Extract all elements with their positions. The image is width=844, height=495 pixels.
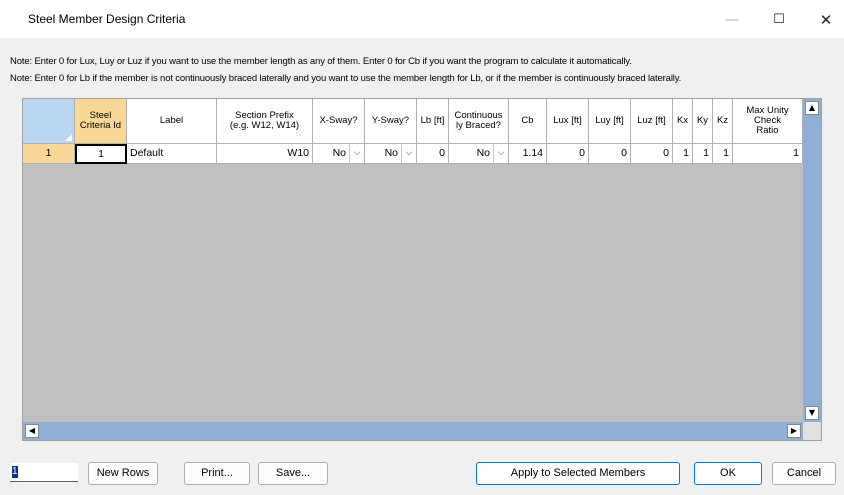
cell-y-sway-dropdown[interactable]: No ⌵ [365,144,417,164]
header-steel-criteria-id[interactable]: Steel Criteria Id [75,99,127,144]
continuously-braced-value: No [476,147,490,159]
note-unbraced-length: Note: Enter 0 for Lux, Luy or Luz if you… [10,56,632,67]
header-y-sway[interactable]: Y-Sway? [365,99,417,144]
header-cb[interactable]: Cb [509,99,547,144]
cell-x-sway-dropdown[interactable]: No ⌵ [313,144,365,164]
grid-corner-select-all[interactable] [23,99,75,144]
triangle-left-icon[interactable]: ◀ [25,424,39,438]
cell-ky[interactable]: 1 [693,144,713,164]
y-sway-value: No [384,147,398,159]
cell-luz[interactable]: 0 [631,144,673,164]
header-lb[interactable]: Lb [ft] [417,99,449,144]
header-section-prefix[interactable]: Section Prefix (e.g. W12, W14) [217,99,313,144]
apply-to-selected-members-button[interactable]: Apply to Selected Members [476,462,680,485]
x-sway-value: No [332,147,346,159]
scrollbar-corner [803,422,821,440]
cell-kx[interactable]: 1 [673,144,693,164]
header-luy[interactable]: Luy [ft] [589,99,631,144]
header-kz[interactable]: Kz [713,99,733,144]
chevron-down-icon[interactable]: ⌵ [349,144,364,163]
vertical-scrollbar[interactable]: ▲ ▼ [803,99,821,422]
minimize-button[interactable]: — [712,8,752,32]
header-max-unity-check[interactable]: Max Unity Check Ratio [733,99,803,144]
triangle-up-icon[interactable]: ▲ [805,101,819,115]
window-title: Steel Member Design Criteria [28,12,186,26]
triangle-down-icon[interactable]: ▼ [805,406,819,420]
note-lb: Note: Enter 0 for Lb if the member is no… [10,73,682,84]
chevron-down-icon[interactable]: ⌵ [401,144,416,163]
cell-lb[interactable]: 0 [417,144,449,164]
cell-criteria-id[interactable]: 1 [75,144,127,164]
corner-triangle-icon [65,134,72,141]
cell-max-unity-check[interactable]: 1 [733,144,803,164]
row-count-value: 1 [12,466,18,479]
cell-lux[interactable]: 0 [547,144,589,164]
header-label[interactable]: Label [127,99,217,144]
cell-cb[interactable]: 1.14 [509,144,547,164]
close-button[interactable]: ✕ [806,8,844,32]
ok-button[interactable]: OK [694,462,762,485]
title-bar: Steel Member Design Criteria — ☐ ✕ [0,0,844,38]
header-x-sway[interactable]: X-Sway? [313,99,365,144]
cell-kz[interactable]: 1 [713,144,733,164]
save-button[interactable]: Save... [258,462,328,485]
triangle-right-icon[interactable]: ▶ [787,424,801,438]
header-lux[interactable]: Lux [ft] [547,99,589,144]
cell-section-prefix[interactable]: W10 [217,144,313,164]
cell-luy[interactable]: 0 [589,144,631,164]
header-kx[interactable]: Kx [673,99,693,144]
header-luz[interactable]: Luz [ft] [631,99,673,144]
cancel-button[interactable]: Cancel [772,462,836,485]
row-header[interactable]: 1 [23,144,75,164]
row-count-input[interactable]: 1 [10,463,78,482]
header-ky[interactable]: Ky [693,99,713,144]
cell-continuously-braced-dropdown[interactable]: No ⌵ [449,144,509,164]
chevron-down-icon[interactable]: ⌵ [493,144,508,163]
criteria-grid[interactable]: Steel Criteria Id Label Section Prefix (… [22,98,822,441]
header-continuously-braced[interactable]: Continuous ly Braced? [449,99,509,144]
new-rows-button[interactable]: New Rows [88,462,158,485]
horizontal-scrollbar[interactable]: ◀ ▶ [23,422,803,440]
print-button[interactable]: Print... [184,462,250,485]
cell-label[interactable]: Default [127,144,217,164]
maximize-button[interactable]: ☐ [759,8,799,32]
